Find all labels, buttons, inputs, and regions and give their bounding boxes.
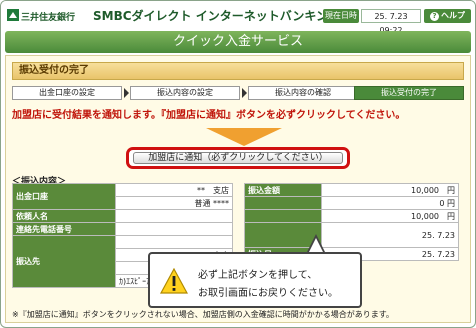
- table-row: 依頼人名: [12, 209, 233, 223]
- row-label: 振込金額: [244, 183, 322, 197]
- bank-name: 三井住友銀行: [21, 13, 76, 23]
- row-label: 連絡先電話番号: [12, 222, 116, 236]
- row-value: 10,000 円: [321, 209, 459, 223]
- notify-merchant-button-label: 加盟店に通知（必ずクリックしてください）: [133, 152, 343, 164]
- row-label: 依頼人名: [12, 209, 116, 223]
- row-value: 0 円: [321, 196, 459, 210]
- down-arrow-icon: [206, 128, 282, 146]
- row-value: [115, 222, 233, 236]
- table-row: 10,000 円: [244, 209, 459, 223]
- help-icon: ?: [430, 12, 439, 21]
- step-2: 振込内容の設定: [130, 86, 240, 100]
- step-indicator: 出金口座の設定 振込内容の設定 振込内容の確認 振込受付の完了: [12, 86, 464, 100]
- service-banner: クイック入金サービス: [5, 31, 471, 53]
- callout-line-2: お取引画面にお戻りください。: [198, 288, 338, 299]
- service-name: SMBCダイレクト インターネットバンキング: [93, 9, 340, 23]
- step-arrow-icon: [242, 88, 247, 98]
- table-row: 出金口座 ** 支店: [12, 183, 233, 210]
- row-label: [244, 209, 322, 223]
- help-label: ヘルプ: [441, 11, 465, 20]
- detail-table-right: 振込金額 10,000 円 0 円 10,000 円 25. 7.23 振込日 …: [244, 183, 459, 261]
- table-row: 振込先: [12, 235, 233, 288]
- row-value: [115, 235, 233, 249]
- section-title: 振込受付の完了: [12, 62, 464, 80]
- main-content: 振込受付の完了 出金口座の設定 振込内容の設定 振込内容の確認 振込受付の完了 …: [5, 55, 471, 323]
- datetime-value: 25. 7.23 09:22: [361, 9, 421, 35]
- warning-icon: [160, 268, 188, 294]
- help-button[interactable]: ? ヘルプ: [424, 9, 471, 23]
- step-4-active: 振込受付の完了: [354, 86, 464, 100]
- row-value: 10,000 円: [321, 183, 459, 197]
- table-row: 連絡先電話番号: [12, 222, 233, 236]
- notify-merchant-button[interactable]: 加盟店に通知（必ずクリックしてください）: [126, 147, 350, 169]
- row-value: [115, 209, 233, 223]
- step-arrow-icon: [124, 88, 129, 98]
- datetime-label: 現在日時: [323, 9, 359, 23]
- row-label: 出金口座: [12, 183, 116, 210]
- footnote: ※『加盟店に通知』ボタンをクリックされない場合、加盟店側の入金確認に時間がかかる…: [12, 310, 394, 319]
- table-row: 振込金額 10,000 円: [244, 183, 459, 197]
- row-value: 普通 ****: [115, 196, 233, 210]
- row-label: 振込先: [12, 235, 116, 288]
- bank-logo-icon: [7, 9, 19, 21]
- table-row: 0 円: [244, 196, 459, 210]
- notice-text: 加盟店に受付結果を通知します。『加盟店に通知』ボタンを必ずクリックしてください。: [12, 110, 406, 121]
- row-label: [244, 196, 322, 210]
- callout-line-1: 必ず上記ボタンを押して、: [198, 270, 318, 281]
- step-1: 出金口座の設定: [12, 86, 122, 100]
- row-value: 25. 7.23: [321, 222, 459, 248]
- callout-box: 必ず上記ボタンを押して、 お取引画面にお戻りください。: [148, 252, 362, 308]
- table-row: 25. 7.23: [244, 222, 459, 248]
- step-3: 振込内容の確認: [248, 86, 358, 100]
- row-value: ** 支店: [115, 183, 233, 197]
- page-frame: 三井住友銀行 SMBCダイレクト インターネットバンキング 現在日時 25. 7…: [0, 0, 476, 328]
- top-bar: 三井住友銀行 SMBCダイレクト インターネットバンキング 現在日時 25. 7…: [1, 1, 475, 35]
